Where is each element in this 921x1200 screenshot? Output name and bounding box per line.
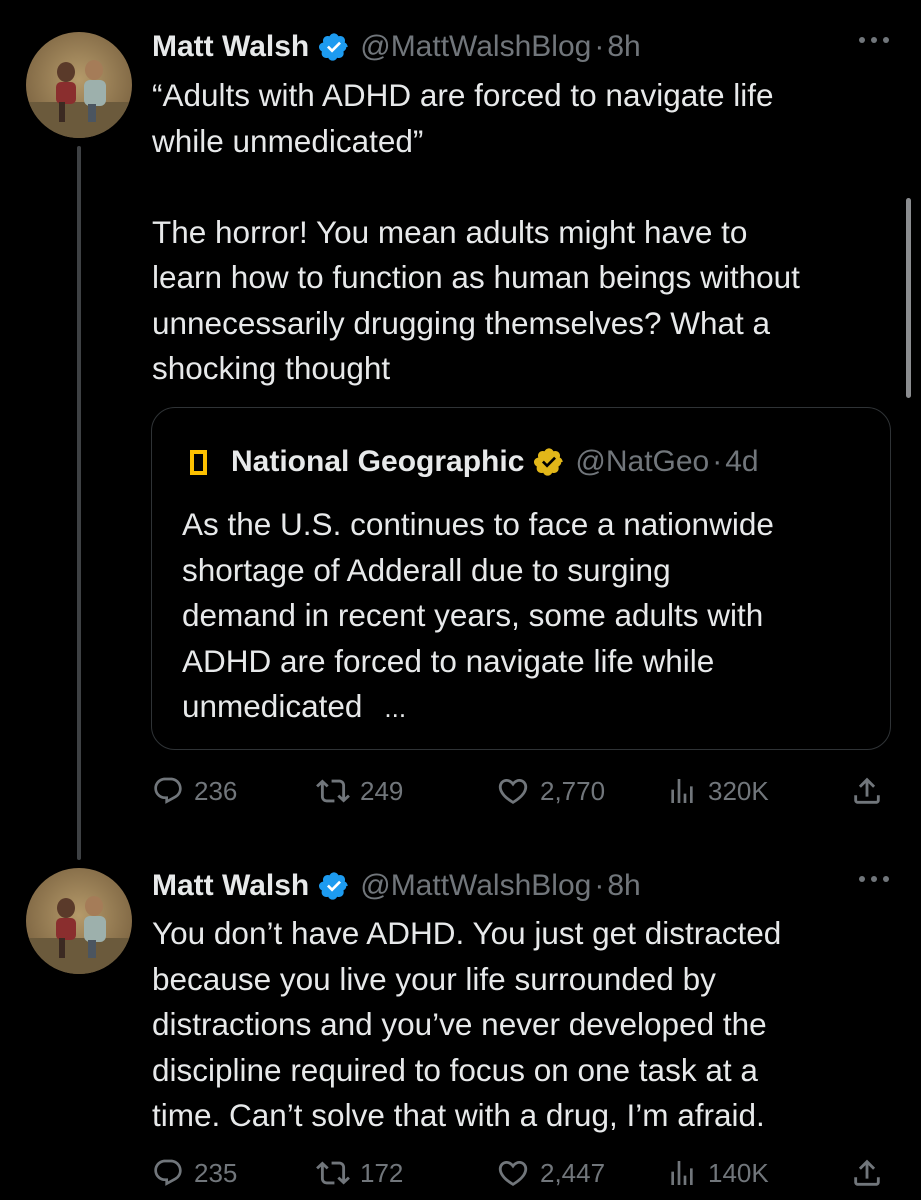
quote-text: As the U.S. continues to face a nationwi… (182, 502, 872, 732)
reply-count: 236 (194, 775, 238, 806)
verified-badge-icon[interactable] (318, 870, 350, 902)
quote-header: National Geographic @NatGeo · 4d (190, 442, 759, 482)
reply-icon (154, 777, 182, 804)
author-name[interactable]: Matt Walsh (152, 30, 309, 64)
tweet-time[interactable]: 8h (607, 869, 640, 903)
author-avatar[interactable] (26, 32, 132, 138)
scrollbar[interactable] (906, 198, 911, 398)
views-count: 320K (708, 775, 769, 806)
thread-line (77, 146, 81, 860)
verified-badge-icon[interactable] (318, 31, 350, 63)
quote-time[interactable]: 4d (725, 445, 758, 479)
author-handle[interactable]: @MattWalshBlog (360, 869, 591, 903)
reply-button[interactable]: 236 (152, 771, 237, 811)
author-name[interactable]: Matt Walsh (152, 869, 309, 903)
quote-author-name[interactable]: National Geographic (231, 445, 524, 479)
reply-count: 235 (194, 1157, 238, 1188)
quote-ellipsis: ... (384, 693, 407, 723)
share-button[interactable] (850, 771, 884, 811)
views-icon (671, 1161, 693, 1185)
retweet-button[interactable]: 172 (316, 1153, 403, 1193)
views-button[interactable]: 320K (666, 771, 769, 811)
retweet-icon (316, 779, 350, 803)
more-icon[interactable] (857, 35, 891, 45)
reply-icon (154, 1159, 182, 1186)
retweet-count: 249 (360, 775, 404, 806)
natgeo-logo-icon (190, 449, 207, 475)
views-button[interactable]: 140K (666, 1153, 769, 1193)
like-button[interactable]: 2,447 (496, 1153, 605, 1193)
like-count: 2,770 (540, 775, 606, 806)
tweet-actions: 235 172 2,447 140K (152, 1153, 892, 1193)
share-button[interactable] (850, 1153, 884, 1193)
author-avatar[interactable] (26, 868, 132, 974)
views-count: 140K (708, 1157, 769, 1188)
heart-icon (498, 1160, 528, 1186)
retweet-count: 172 (360, 1157, 404, 1188)
like-button[interactable]: 2,770 (496, 771, 605, 811)
more-icon[interactable] (857, 874, 891, 884)
tweet-text: You don’t have ADHD. You just get distra… (152, 915, 782, 1133)
separator-dot: · (712, 445, 723, 478)
share-icon (854, 1159, 880, 1186)
heart-icon (498, 778, 528, 804)
tweet-text: “Adults with ADHD are forced to navigate… (152, 77, 800, 386)
retweet-button[interactable]: 249 (316, 771, 403, 811)
share-icon (854, 777, 880, 804)
verified-badge-icon[interactable] (533, 446, 565, 478)
tweet-header: Matt Walsh @MattWalshBlog · 8h (152, 866, 891, 906)
quote-author-handle[interactable]: @NatGeo (575, 445, 709, 479)
quoted-tweet-card[interactable]: National Geographic @NatGeo · 4d As the … (151, 407, 891, 750)
separator-dot: · (594, 30, 605, 63)
tweet-header: Matt Walsh @MattWalshBlog · 8h (152, 27, 891, 67)
tweet-actions: 236 249 2,770 320K (152, 771, 892, 811)
separator-dot: · (594, 869, 605, 902)
views-icon (671, 779, 693, 803)
tweet-time[interactable]: 8h (607, 30, 640, 64)
reply-button[interactable]: 235 (152, 1153, 237, 1193)
quote-body: As the U.S. continues to face a nationwi… (182, 506, 774, 724)
author-handle[interactable]: @MattWalshBlog (360, 30, 591, 64)
like-count: 2,447 (540, 1157, 606, 1188)
retweet-icon (316, 1161, 350, 1185)
